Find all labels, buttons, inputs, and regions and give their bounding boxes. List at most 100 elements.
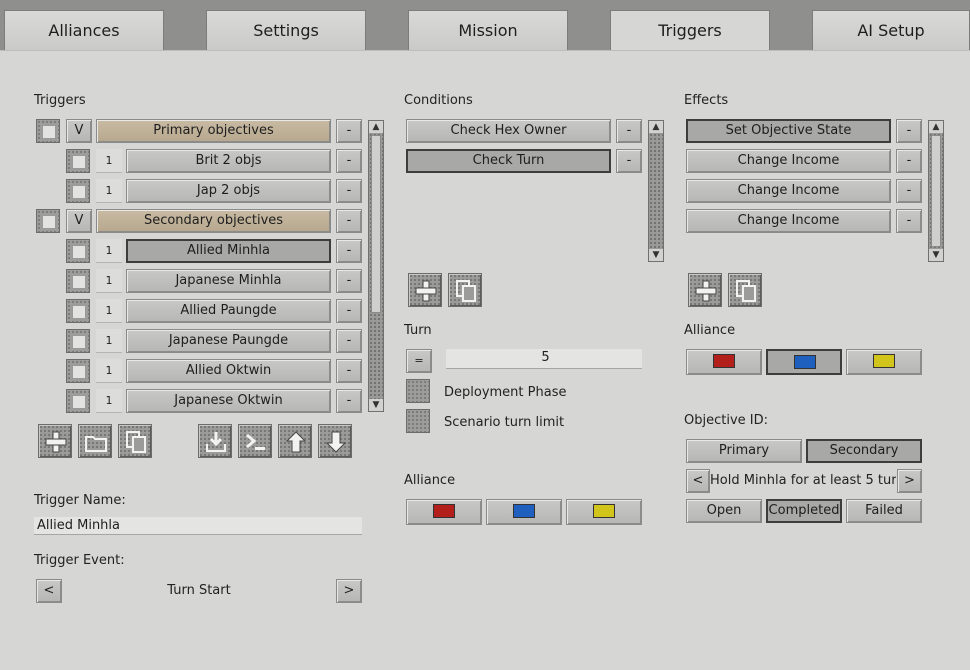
- trigger-event-prev-button[interactable]: <: [36, 579, 62, 603]
- trigger-remove-button[interactable]: -: [336, 209, 362, 233]
- trigger-item[interactable]: Brit 2 objs: [126, 149, 331, 173]
- alliance-red-button[interactable]: [406, 499, 482, 525]
- alliance-color-swatch: [513, 504, 535, 518]
- trigger-enable-checkbox[interactable]: [36, 119, 60, 143]
- trigger-repeat-count[interactable]: 1: [96, 179, 122, 203]
- effect-item[interactable]: Change Income: [686, 149, 891, 173]
- trigger-remove-button[interactable]: -: [336, 269, 362, 293]
- trigger-item[interactable]: Japanese Oktwin: [126, 389, 331, 413]
- add-icon[interactable]: [38, 424, 72, 458]
- trigger-enable-checkbox[interactable]: [66, 359, 90, 383]
- trigger-enable-checkbox[interactable]: [66, 389, 90, 413]
- trigger-repeat-count[interactable]: 1: [96, 239, 122, 263]
- scroll-down-icon[interactable]: ▼: [369, 399, 383, 411]
- move-down-icon[interactable]: [318, 424, 352, 458]
- trigger-name-input[interactable]: Allied Minhla: [34, 517, 362, 535]
- trigger-enable-checkbox[interactable]: [66, 149, 90, 173]
- trigger-item[interactable]: Allied Oktwin: [126, 359, 331, 383]
- trigger-repeat-count[interactable]: 1: [96, 299, 122, 323]
- scroll-thumb[interactable]: [931, 135, 941, 247]
- objective-primary-button[interactable]: Primary: [686, 439, 802, 463]
- trigger-group-item[interactable]: Primary objectives: [96, 119, 331, 143]
- scroll-thumb[interactable]: [371, 135, 381, 313]
- trigger-enable-checkbox[interactable]: [66, 179, 90, 203]
- effect-remove-button[interactable]: -: [896, 149, 922, 173]
- condition-remove-button[interactable]: -: [616, 119, 642, 143]
- trigger-item[interactable]: Japanese Paungde: [126, 329, 331, 353]
- trigger-remove-button[interactable]: -: [336, 119, 362, 143]
- trigger-remove-button[interactable]: -: [336, 239, 362, 263]
- objective-next-button[interactable]: >: [897, 469, 922, 493]
- trigger-group-toggle[interactable]: V: [66, 119, 92, 143]
- trigger-enable-checkbox[interactable]: [36, 209, 60, 233]
- copy-icon[interactable]: [118, 424, 152, 458]
- move-up-icon[interactable]: [278, 424, 312, 458]
- scenario-turn-limit-checkbox[interactable]: [406, 409, 430, 433]
- trigger-item[interactable]: Allied Minhla: [126, 239, 331, 263]
- trigger-repeat-count[interactable]: 1: [96, 329, 122, 353]
- trigger-enable-checkbox[interactable]: [66, 329, 90, 353]
- trigger-item[interactable]: Jap 2 objs: [126, 179, 331, 203]
- condition-check-hex-owner[interactable]: Check Hex Owner: [406, 119, 611, 143]
- trigger-repeat-count[interactable]: 1: [96, 149, 122, 173]
- effect-item[interactable]: Change Income: [686, 209, 891, 233]
- alliance-blue-button[interactable]: [486, 499, 562, 525]
- turn-value-input[interactable]: 5: [446, 349, 642, 369]
- trigger-repeat-count[interactable]: 1: [96, 389, 122, 413]
- scroll-down-icon[interactable]: ▼: [929, 249, 943, 261]
- scroll-down-icon[interactable]: ▼: [649, 249, 663, 261]
- condition-check-turn[interactable]: Check Turn: [406, 149, 611, 173]
- trigger-remove-button[interactable]: -: [336, 299, 362, 323]
- effect-item[interactable]: Change Income: [686, 179, 891, 203]
- import-icon[interactable]: [198, 424, 232, 458]
- condition-remove-button[interactable]: -: [616, 149, 642, 173]
- alliance-yellow-button[interactable]: [566, 499, 642, 525]
- objective-state-open[interactable]: Open: [686, 499, 762, 523]
- trigger-remove-button[interactable]: -: [336, 329, 362, 353]
- turn-operator-button[interactable]: =: [406, 349, 432, 373]
- copy-effect-icon[interactable]: [728, 273, 762, 307]
- trigger-event-next-button[interactable]: >: [336, 579, 362, 603]
- trigger-list-scrollbar[interactable]: ▲ ▼: [368, 120, 384, 412]
- scroll-up-icon[interactable]: ▲: [929, 121, 943, 133]
- conditions-scrollbar[interactable]: ▲ ▼: [648, 120, 664, 262]
- trigger-remove-button[interactable]: -: [336, 359, 362, 383]
- effect-remove-button[interactable]: -: [896, 209, 922, 233]
- alliance-red-button[interactable]: [686, 349, 762, 375]
- effect-item[interactable]: Set Objective State: [686, 119, 891, 143]
- alliance-yellow-button[interactable]: [846, 349, 922, 375]
- copy-condition-icon[interactable]: [448, 273, 482, 307]
- objective-state-failed[interactable]: Failed: [846, 499, 922, 523]
- trigger-enable-checkbox[interactable]: [66, 299, 90, 323]
- trigger-item[interactable]: Allied Paungde: [126, 299, 331, 323]
- add-effect-icon[interactable]: [688, 273, 722, 307]
- objective-secondary-button[interactable]: Secondary: [806, 439, 922, 463]
- trigger-remove-button[interactable]: -: [336, 389, 362, 413]
- tab-mission[interactable]: Mission: [408, 10, 568, 50]
- trigger-enable-checkbox[interactable]: [66, 269, 90, 293]
- tab-triggers[interactable]: Triggers: [610, 10, 770, 53]
- console-icon[interactable]: [238, 424, 272, 458]
- trigger-enable-checkbox[interactable]: [66, 239, 90, 263]
- trigger-item[interactable]: Japanese Minhla: [126, 269, 331, 293]
- trigger-repeat-count[interactable]: 1: [96, 359, 122, 383]
- folder-icon[interactable]: [78, 424, 112, 458]
- trigger-remove-button[interactable]: -: [336, 149, 362, 173]
- trigger-repeat-count[interactable]: 1: [96, 269, 122, 293]
- objective-state-completed[interactable]: Completed: [766, 499, 842, 523]
- scroll-up-icon[interactable]: ▲: [369, 121, 383, 133]
- effects-scrollbar[interactable]: ▲ ▼: [928, 120, 944, 262]
- trigger-group-toggle[interactable]: V: [66, 209, 92, 233]
- scroll-up-icon[interactable]: ▲: [649, 121, 663, 133]
- tab-settings[interactable]: Settings: [206, 10, 366, 50]
- effect-remove-button[interactable]: -: [896, 179, 922, 203]
- alliance-blue-button[interactable]: [766, 349, 842, 375]
- deployment-phase-checkbox[interactable]: [406, 379, 430, 403]
- effect-remove-button[interactable]: -: [896, 119, 922, 143]
- add-condition-icon[interactable]: [408, 273, 442, 307]
- objective-prev-button[interactable]: <: [686, 469, 710, 493]
- tab-ai-setup[interactable]: AI Setup: [812, 10, 970, 50]
- trigger-group-item[interactable]: Secondary objectives: [96, 209, 331, 233]
- tab-alliances[interactable]: Alliances: [4, 10, 164, 50]
- trigger-remove-button[interactable]: -: [336, 179, 362, 203]
